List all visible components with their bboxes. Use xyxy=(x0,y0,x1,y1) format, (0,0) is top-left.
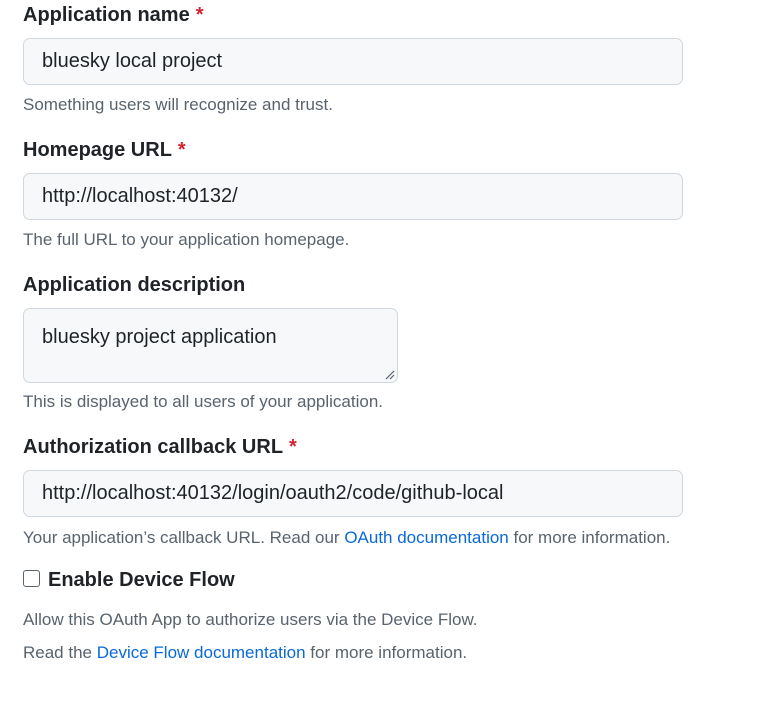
app-description-label: Application description xyxy=(23,271,743,299)
device-flow-note-suffix: for more information. xyxy=(305,643,468,662)
app-description-textarea[interactable]: bluesky project application xyxy=(23,308,398,383)
app-description-label-text: Application description xyxy=(23,274,246,296)
app-description-value: bluesky project application xyxy=(42,326,277,348)
oauth-documentation-link[interactable]: OAuth documentation xyxy=(344,528,508,547)
app-description-note: This is displayed to all users of your a… xyxy=(23,392,384,411)
callback-url-input[interactable]: http://localhost:40132/login/oauth2/code… xyxy=(23,470,683,517)
oauth-app-form: Application name * bluesky local project … xyxy=(23,0,743,665)
homepage-url-label-text: Homepage URL xyxy=(23,139,172,161)
callback-note-prefix: Your application’s callback URL. Read ou… xyxy=(23,528,345,547)
callback-url-note: Your application’s callback URL. Read ou… xyxy=(23,526,743,550)
enable-device-flow-label[interactable]: Enable Device Flow xyxy=(48,569,235,592)
device-flow-docs-note: Read the Device Flow documentation for m… xyxy=(23,641,743,665)
required-asterisk: * xyxy=(177,139,186,161)
device-flow-note-prefix: Read the xyxy=(23,643,97,662)
device-flow-row: Enable Device Flow xyxy=(23,566,743,594)
callback-url-label: Authorization callback URL * xyxy=(23,433,743,461)
homepage-url-label: Homepage URL * xyxy=(23,136,743,164)
callback-note-suffix: for more information. xyxy=(508,528,671,547)
device-flow-documentation-link[interactable]: Device Flow documentation xyxy=(97,643,306,662)
app-name-label: Application name * xyxy=(23,1,743,29)
enable-device-flow-checkbox[interactable] xyxy=(23,569,40,587)
homepage-url-note: The full URL to your application homepag… xyxy=(23,230,350,249)
required-asterisk: * xyxy=(195,4,204,26)
required-asterisk: * xyxy=(289,436,297,458)
app-name-label-text: Application name xyxy=(23,4,190,26)
device-flow-note: Allow this OAuth App to authorize users … xyxy=(23,610,478,629)
app-name-note: Something users will recognize and trust… xyxy=(23,95,333,114)
app-name-input[interactable]: bluesky local project xyxy=(23,38,683,85)
homepage-url-input[interactable]: http://localhost:40132/ xyxy=(23,173,683,220)
callback-url-label-text: Authorization callback URL xyxy=(23,436,284,458)
resize-handle-icon[interactable] xyxy=(383,368,395,380)
